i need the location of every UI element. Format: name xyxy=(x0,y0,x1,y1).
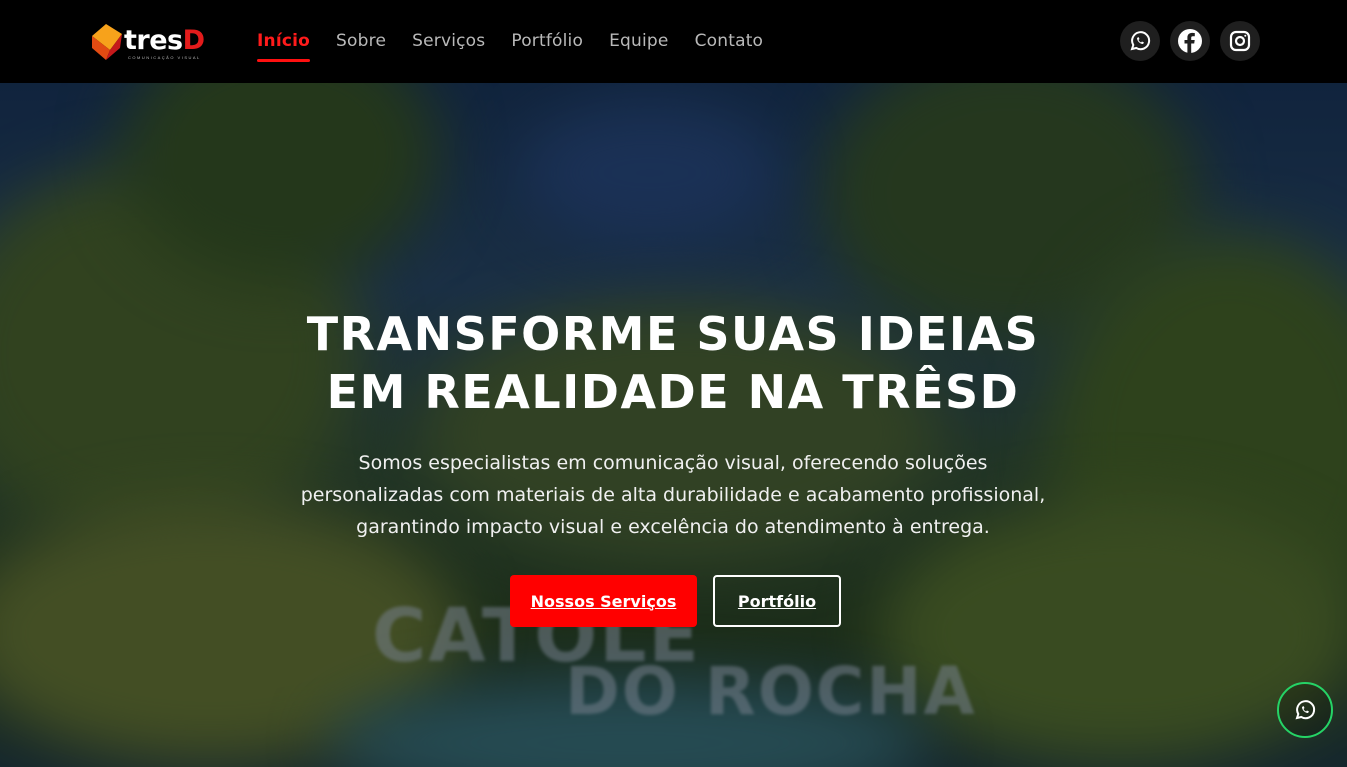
social-links xyxy=(1120,21,1270,61)
nav-item-contato[interactable]: Contato xyxy=(695,30,764,62)
whatsapp-float-button[interactable] xyxy=(1277,682,1333,738)
nav-item-equipe[interactable]: Equipe xyxy=(609,30,668,62)
main-nav: Início Sobre Serviços Portfólio Equipe C… xyxy=(257,30,789,62)
hero-lead-line3: garantindo impacto visual e excelência d… xyxy=(356,516,990,538)
nav-item-inicio[interactable]: Início xyxy=(257,30,311,62)
facebook-link[interactable] xyxy=(1170,21,1210,61)
brand-logo[interactable]: tresD COMUNICAÇÃO VISUAL xyxy=(90,22,205,64)
facebook-icon xyxy=(1178,29,1202,53)
hero-title-line2: EM REALIDADE NA TRÊSD xyxy=(326,365,1020,419)
hero-overlay xyxy=(0,83,1347,767)
instagram-icon xyxy=(1229,30,1251,52)
instagram-link[interactable] xyxy=(1220,21,1260,61)
logo-wordmark-main: tres xyxy=(124,25,183,56)
logo-mark-icon xyxy=(92,24,122,60)
nav-item-servicos[interactable]: Serviços xyxy=(412,30,485,62)
whatsapp-icon xyxy=(1295,700,1316,720)
logo-tagline: COMUNICAÇÃO VISUAL xyxy=(128,55,201,60)
hero-title-line1: TRANSFORME SUAS IDEIAS xyxy=(306,307,1040,361)
nav-item-portfolio[interactable]: Portfólio xyxy=(511,30,583,62)
site-header: tresD COMUNICAÇÃO VISUAL Início Sobre Se… xyxy=(0,0,1347,83)
portfolio-button[interactable]: Portfólio xyxy=(713,575,841,627)
services-button[interactable]: Nossos Serviços xyxy=(510,575,697,627)
hero-lead-line2: personalizadas com materiais de alta dur… xyxy=(300,484,1046,506)
logo-wordmark-accent: D xyxy=(182,25,205,56)
whatsapp-link[interactable] xyxy=(1120,21,1160,61)
hero-lead-line1: Somos especialistas em comunicação visua… xyxy=(358,452,988,474)
hero-section: CATOLÉ DO ROCHA TRANSFORME SUAS IDEIAS E… xyxy=(0,83,1347,767)
whatsapp-icon xyxy=(1130,31,1151,51)
nav-item-sobre[interactable]: Sobre xyxy=(336,30,386,62)
